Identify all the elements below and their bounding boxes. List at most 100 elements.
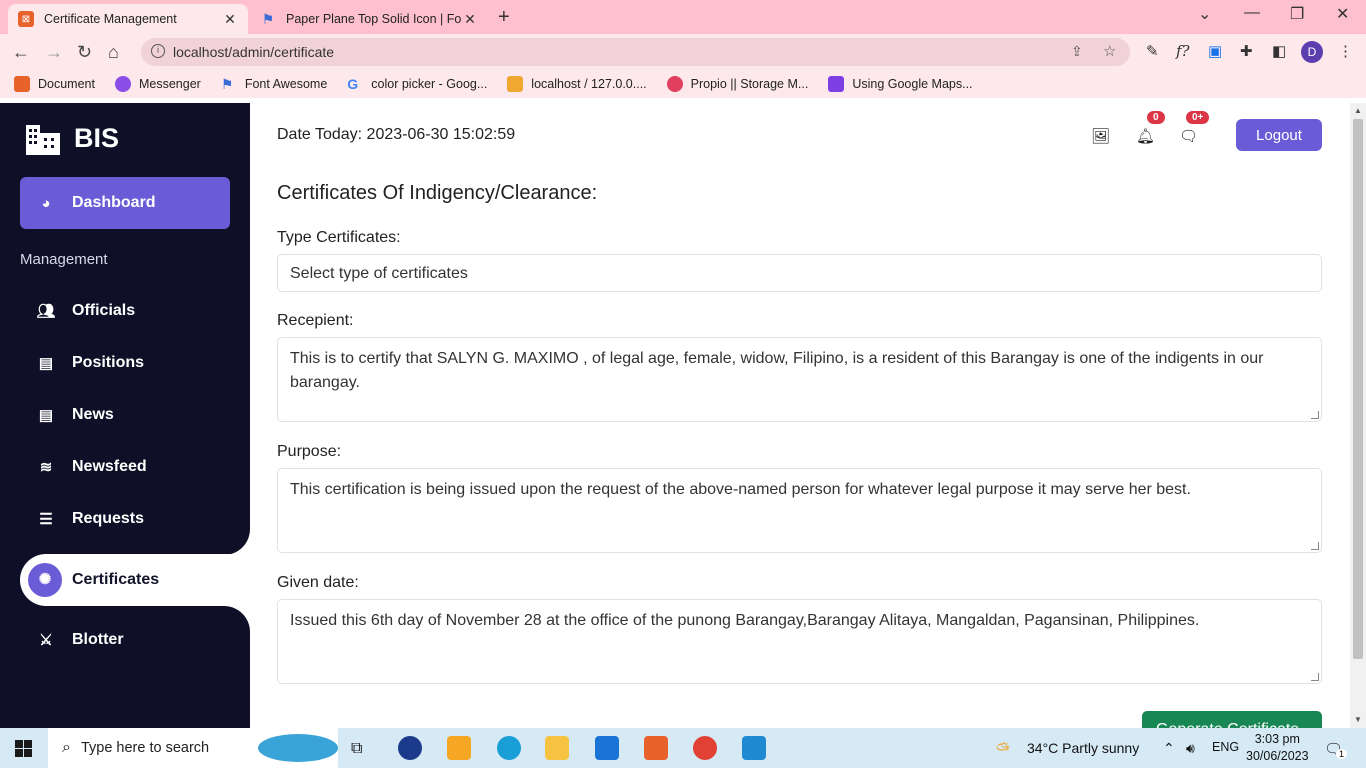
sidebar: BIS ◕ Dashboard Management 👥︎ Officials …	[0, 103, 250, 728]
windows-start-icon[interactable]	[15, 740, 32, 757]
minimize-button[interactable]: —	[1244, 4, 1260, 22]
xampp-icon[interactable]	[644, 736, 668, 760]
browser-tab-bar: ⊠ Certificate Management ✕ ⚑ Paper Plane…	[0, 0, 1366, 34]
recipient-textarea[interactable]: This is to certify that SALYN G. MAXIMO …	[277, 337, 1322, 422]
close-window-button[interactable]: ✕	[1336, 4, 1349, 24]
mail-icon[interactable]	[595, 736, 619, 760]
xampp-icon	[14, 76, 30, 92]
menu-icon[interactable]: ⋮	[1338, 42, 1353, 60]
pie-chart-icon: ◕	[41, 194, 51, 212]
scrollbar-thumb[interactable]	[1353, 119, 1363, 659]
certificate-type-select[interactable]: Select type of certificates	[277, 254, 1322, 292]
sidebar-item-blotter[interactable]: ⚔ Blotter	[20, 614, 230, 666]
tab-title: Certificate Management	[44, 12, 177, 26]
purpose-textarea[interactable]: This certification is being issued upon …	[277, 468, 1322, 553]
url-text: localhost/admin/certificate	[173, 44, 335, 60]
language-indicator[interactable]: ENG	[1212, 740, 1239, 754]
file-explorer-icon[interactable]	[545, 736, 569, 760]
close-tab-icon[interactable]: ✕	[222, 11, 238, 28]
message-badge: 0+	[1186, 111, 1210, 124]
new-tab-button[interactable]: +	[498, 6, 510, 29]
profile-avatar[interactable]: D	[1301, 41, 1323, 63]
close-tab-icon[interactable]: ✕	[462, 11, 478, 28]
sidebar-item-requests[interactable]: ☰ Requests	[20, 493, 230, 545]
extensions-icon[interactable]: ✚	[1240, 42, 1253, 60]
tab-title: Paper Plane Top Solid Icon | Font	[286, 12, 462, 26]
bookmark-star-icon[interactable]: ☆	[1103, 42, 1116, 60]
brand[interactable]: BIS	[24, 121, 119, 155]
edge-icon[interactable]	[497, 736, 521, 760]
side-panel-icon[interactable]: ◧	[1272, 42, 1286, 60]
main-content: Date Today: 2023-06-30 15:02:59 🖼︎ 🔔︎ 0 …	[277, 103, 1322, 728]
font-finder-icon[interactable]: f?	[1176, 42, 1190, 60]
resize-handle[interactable]	[1311, 411, 1319, 419]
bookmark-localhost[interactable]: localhost / 127.0.0....	[507, 76, 647, 92]
bookmark-font-awesome[interactable]: ⚑ Font Awesome	[221, 76, 327, 92]
vscode-icon[interactable]	[742, 736, 766, 760]
tab-paper-plane[interactable]: ⚑ Paper Plane Top Solid Icon | Font ✕	[250, 4, 488, 34]
task-view-icon[interactable]: ⧉	[351, 740, 362, 758]
page-content: BIS ◕ Dashboard Management 👥︎ Officials …	[0, 103, 1350, 728]
resize-handle[interactable]	[1311, 673, 1319, 681]
tab-search-icon[interactable]: ⌄	[1198, 4, 1211, 24]
resize-handle[interactable]	[1311, 542, 1319, 550]
speaker-icon[interactable]: 🔊︎	[1186, 740, 1195, 757]
share-icon[interactable]: ⇪	[1071, 43, 1083, 60]
reload-icon[interactable]: ↻	[77, 42, 92, 63]
generate-certificate-button[interactable]: Generate Certificate	[1142, 711, 1322, 728]
page-scrollbar[interactable]: ▲ ▼	[1350, 103, 1366, 728]
type-certificates-label: Type Certificates:	[277, 229, 401, 246]
database-icon: ≋	[39, 459, 53, 476]
taskbar-search[interactable]: ⌕ Type here to search	[48, 728, 338, 768]
google-maps-icon	[828, 76, 845, 92]
restore-button[interactable]: ❐	[1290, 4, 1304, 24]
scroll-down-icon[interactable]: ▼	[1354, 715, 1362, 724]
forward-icon[interactable]: →	[45, 42, 63, 63]
active-corner-top	[200, 503, 250, 555]
bookmark-google-maps[interactable]: Using Google Maps...	[828, 76, 973, 92]
certificate-icon: ✺	[28, 563, 62, 597]
sidebar-item-newsfeed[interactable]: ≋ Newsfeed	[20, 441, 230, 493]
bookmark-propio[interactable]: Propio || Storage M...	[666, 76, 808, 92]
microsoft-store-icon[interactable]	[447, 736, 471, 760]
teamviewer-icon[interactable]	[398, 736, 422, 760]
chrome-icon[interactable]	[693, 736, 717, 760]
bookmark-document[interactable]: Document	[14, 76, 95, 92]
tab-certificate-management[interactable]: ⊠ Certificate Management ✕	[8, 4, 248, 34]
given-date-label: Given date:	[277, 574, 359, 591]
users-slash-icon: ⚔	[39, 632, 53, 649]
chevron-up-icon[interactable]: ⌃	[1163, 740, 1175, 757]
bookmark-messenger[interactable]: Messenger	[114, 76, 201, 92]
bookmarks-bar: Document Messenger ⚑ Font Awesome Gcolor …	[0, 70, 1366, 98]
screen-capture-icon[interactable]: ▣	[1208, 42, 1222, 60]
sidebar-item-certificates[interactable]: ✺ Certificates	[20, 554, 250, 606]
search-icon: ⌕	[62, 739, 71, 756]
sidebar-item-dashboard[interactable]: ◕ Dashboard	[20, 177, 230, 229]
extension-pen-icon[interactable]: ✎	[1146, 42, 1159, 60]
clock[interactable]: 3:03 pm 30/06/2023	[1246, 731, 1309, 765]
list-check-icon: ☰	[39, 511, 53, 528]
scroll-up-icon[interactable]: ▲	[1354, 106, 1362, 115]
sidebar-item-positions[interactable]: ▤ Positions	[20, 337, 230, 389]
city-icon	[26, 125, 60, 155]
sidebar-item-news[interactable]: ▤ News	[20, 389, 230, 441]
notification-count: 1	[1336, 749, 1348, 759]
url-bar[interactable]: i localhost/admin/certificate ⇪ ☆	[141, 38, 1130, 66]
sidebar-section-label: Management	[20, 251, 108, 268]
google-icon: G	[347, 76, 359, 92]
given-date-textarea[interactable]: Issued this 6th day of November 28 at th…	[277, 599, 1322, 684]
image-icon[interactable]: 🖼︎	[1091, 127, 1110, 145]
info-icon[interactable]: i	[151, 44, 165, 58]
home-icon[interactable]: ⌂	[108, 42, 119, 63]
purpose-label: Purpose:	[277, 443, 342, 460]
message-icon[interactable]: 🗨︎	[1179, 127, 1198, 145]
bookmark-color-picker[interactable]: Gcolor picker - Goog...	[347, 76, 487, 92]
sidebar-item-officials[interactable]: 👥︎ Officials	[20, 285, 230, 337]
back-icon[interactable]: ←	[12, 42, 30, 63]
bell-icon[interactable]: 🔔︎	[1136, 127, 1155, 145]
newspaper-icon: ▤	[38, 355, 54, 372]
logout-button[interactable]: Logout	[1236, 119, 1322, 151]
weather-icon[interactable]: ⛅︎	[996, 740, 1010, 760]
search-highlight-icon	[258, 734, 338, 762]
weather-text[interactable]: 34°C Partly sunny	[1027, 740, 1139, 756]
